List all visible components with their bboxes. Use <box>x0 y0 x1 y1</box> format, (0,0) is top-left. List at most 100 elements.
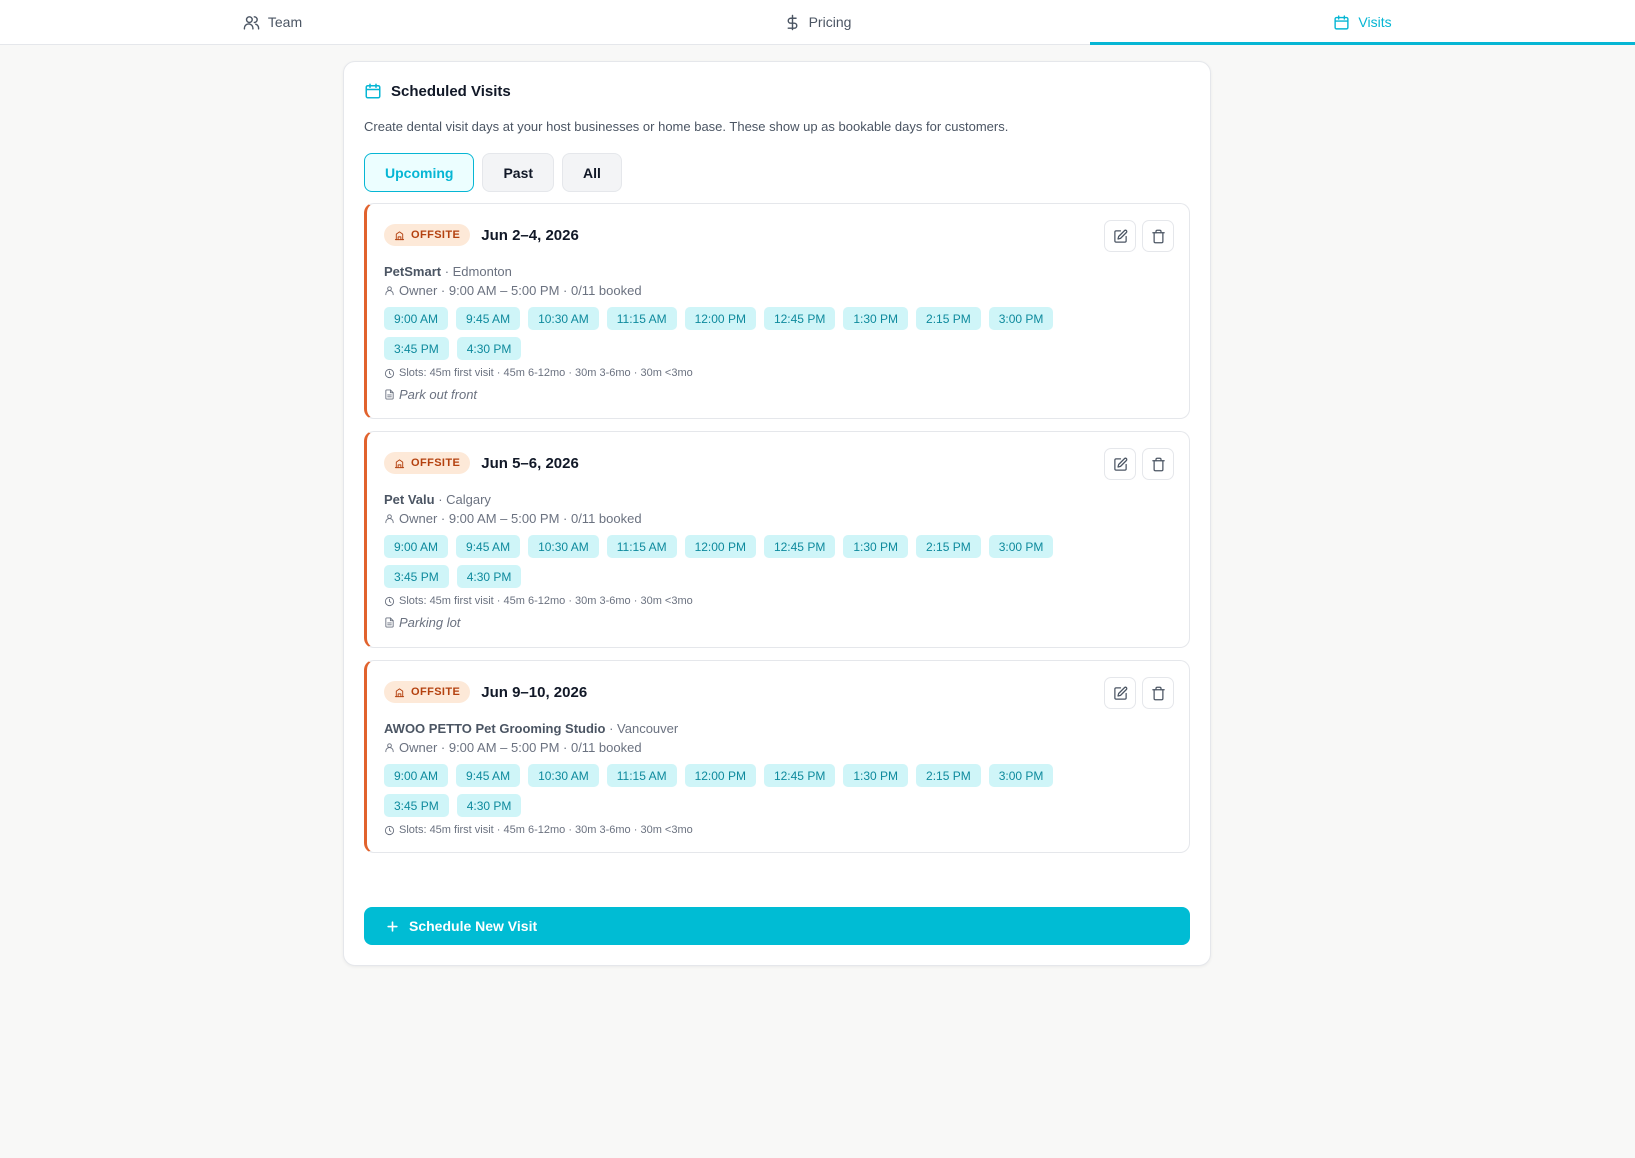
time-slot[interactable]: 3:45 PM <box>384 565 449 588</box>
visit-header: OFFSITE Jun 9–10, 2026 <box>384 681 587 703</box>
tab-team-label: Team <box>267 14 303 30</box>
visit-note: Parking lot <box>384 615 460 630</box>
badge-label: OFFSITE <box>411 457 461 469</box>
tab-visits-label: Visits <box>1358 14 1392 30</box>
time-slot[interactable]: 12:00 PM <box>684 307 756 330</box>
time-slot[interactable]: 4:30 PM <box>456 565 522 588</box>
time-slot[interactable]: 9:45 AM <box>456 535 521 558</box>
time-slot[interactable]: 10:30 AM <box>528 535 599 558</box>
trash-icon <box>1151 457 1165 471</box>
schedule-new-visit-button[interactable]: Schedule New Visit <box>364 907 1190 945</box>
visit-date: Jun 2–4, 2026 <box>481 226 579 244</box>
badge-label: OFFSITE <box>411 686 461 698</box>
owner-hours-booked: Owner · 9:00 AM – 5:00 PM · 0/11 booked <box>399 740 642 755</box>
slot-rules-text: Slots: 45m first visit · 45m 6-12mo · 30… <box>399 595 693 607</box>
slot-rules: Slots: 45m first visit · 45m 6-12mo · 30… <box>384 367 693 379</box>
time-slot[interactable]: 9:45 AM <box>456 764 521 787</box>
owner-hours-booked: Owner · 9:00 AM – 5:00 PM · 0/11 booked <box>399 283 642 298</box>
time-slot[interactable]: 10:30 AM <box>528 307 599 330</box>
visit-date: Jun 5–6, 2026 <box>481 454 579 472</box>
building-icon <box>394 687 405 697</box>
visit-note-text: Park out front <box>399 387 478 402</box>
time-slot[interactable]: 3:00 PM <box>988 535 1054 558</box>
calendar-icon <box>365 83 381 99</box>
visit-location: AWOO PETTO Pet Grooming Studio · Vancouv… <box>384 721 678 736</box>
time-slot[interactable]: 9:00 AM <box>384 535 449 558</box>
visit-header: OFFSITE Jun 2–4, 2026 <box>384 224 579 246</box>
visit-actions <box>1104 677 1174 709</box>
time-slot[interactable]: 2:15 PM <box>916 307 981 330</box>
time-slot[interactable]: 2:15 PM <box>916 764 981 787</box>
time-slot[interactable]: 9:00 AM <box>384 307 449 330</box>
time-slot[interactable]: 10:30 AM <box>528 764 599 787</box>
note-icon <box>385 389 394 400</box>
time-slot[interactable]: 1:30 PM <box>843 535 909 558</box>
scheduled-visits-card: Scheduled Visits Create dental visit day… <box>343 61 1211 966</box>
time-slot[interactable]: 11:15 AM <box>606 535 677 558</box>
user-icon <box>385 743 394 753</box>
time-slot[interactable]: 12:00 PM <box>684 764 756 787</box>
clock-icon <box>384 596 395 606</box>
tab-pricing[interactable]: Pricing <box>545 0 1090 44</box>
visit-actions <box>1104 448 1174 480</box>
time-slot[interactable]: 12:45 PM <box>763 307 836 330</box>
card-description: Create dental visit days at your host bu… <box>364 119 1009 134</box>
time-slot[interactable]: 3:45 PM <box>384 794 449 817</box>
visit-card: OFFSITE Jun 9–10, 2026 AWOO PETTO Pet Gr… <box>364 660 1190 853</box>
city-name: · Calgary <box>434 492 491 507</box>
visit-filter-group: Upcoming Past All <box>364 153 622 192</box>
edit-visit-button[interactable] <box>1104 677 1136 709</box>
time-slot[interactable]: 3:00 PM <box>988 307 1054 330</box>
tab-bar: Team Pricing Visits <box>0 0 1635 45</box>
time-slot[interactable]: 3:45 PM <box>384 337 449 360</box>
card-title: Scheduled Visits <box>391 82 511 100</box>
time-slot[interactable]: 3:00 PM <box>988 764 1054 787</box>
slot-rules-text: Slots: 45m first visit · 45m 6-12mo · 30… <box>399 824 693 836</box>
delete-visit-button[interactable] <box>1142 448 1174 480</box>
clock-icon <box>384 368 395 378</box>
edit-visit-button[interactable] <box>1104 448 1136 480</box>
edit-icon <box>1113 686 1127 700</box>
time-slot[interactable]: 11:15 AM <box>606 307 677 330</box>
visit-note-text: Parking lot <box>399 615 461 630</box>
business-name: AWOO PETTO Pet Grooming Studio <box>384 721 606 736</box>
plus-icon <box>387 920 398 932</box>
slot-rules: Slots: 45m first visit · 45m 6-12mo · 30… <box>384 824 693 836</box>
time-slot-list: 9:00 AM 9:45 AM 10:30 AM 11:15 AM 12:00 PM 12… <box>384 764 1114 817</box>
time-slot-list: 9:00 AM 9:45 AM 10:30 AM 11:15 AM 12:00 PM 12… <box>384 307 1114 360</box>
tab-visits[interactable]: Visits <box>1090 0 1635 45</box>
offsite-badge: OFFSITE <box>384 452 471 474</box>
time-slot[interactable]: 12:45 PM <box>763 764 836 787</box>
building-icon <box>394 230 405 240</box>
time-slot[interactable]: 12:45 PM <box>763 535 836 558</box>
time-slot[interactable]: 11:15 AM <box>606 764 677 787</box>
filter-all-button[interactable]: All <box>562 153 622 192</box>
time-slot[interactable]: 9:45 AM <box>456 307 521 330</box>
time-slot[interactable]: 4:30 PM <box>456 794 522 817</box>
visit-note: Park out front <box>384 387 477 402</box>
visit-location: PetSmart · Edmonton <box>384 264 512 279</box>
dollar-icon <box>787 14 798 30</box>
note-icon <box>385 617 394 628</box>
city-name: · Edmonton <box>441 264 512 279</box>
time-slot[interactable]: 4:30 PM <box>456 337 522 360</box>
visit-actions <box>1104 220 1174 252</box>
time-slot[interactable]: 9:00 AM <box>384 764 449 787</box>
time-slot[interactable]: 1:30 PM <box>843 307 909 330</box>
trash-icon <box>1151 686 1165 700</box>
slot-rules-text: Slots: 45m first visit · 45m 6-12mo · 30… <box>399 367 693 379</box>
time-slot[interactable]: 12:00 PM <box>684 535 756 558</box>
trash-icon <box>1151 229 1165 243</box>
filter-upcoming-button[interactable]: Upcoming <box>364 153 475 192</box>
filter-past-button[interactable]: Past <box>482 153 555 192</box>
tab-team[interactable]: Team <box>0 0 545 44</box>
time-slot[interactable]: 1:30 PM <box>843 764 909 787</box>
time-slot[interactable]: 2:15 PM <box>916 535 981 558</box>
offsite-badge: OFFSITE <box>384 224 471 246</box>
edit-visit-button[interactable] <box>1104 220 1136 252</box>
edit-icon <box>1113 229 1127 243</box>
delete-visit-button[interactable] <box>1142 220 1174 252</box>
visit-card: OFFSITE Jun 5–6, 2026 Pet Valu · Calgary… <box>364 431 1190 648</box>
visit-header: OFFSITE Jun 5–6, 2026 <box>384 452 579 474</box>
delete-visit-button[interactable] <box>1142 677 1174 709</box>
